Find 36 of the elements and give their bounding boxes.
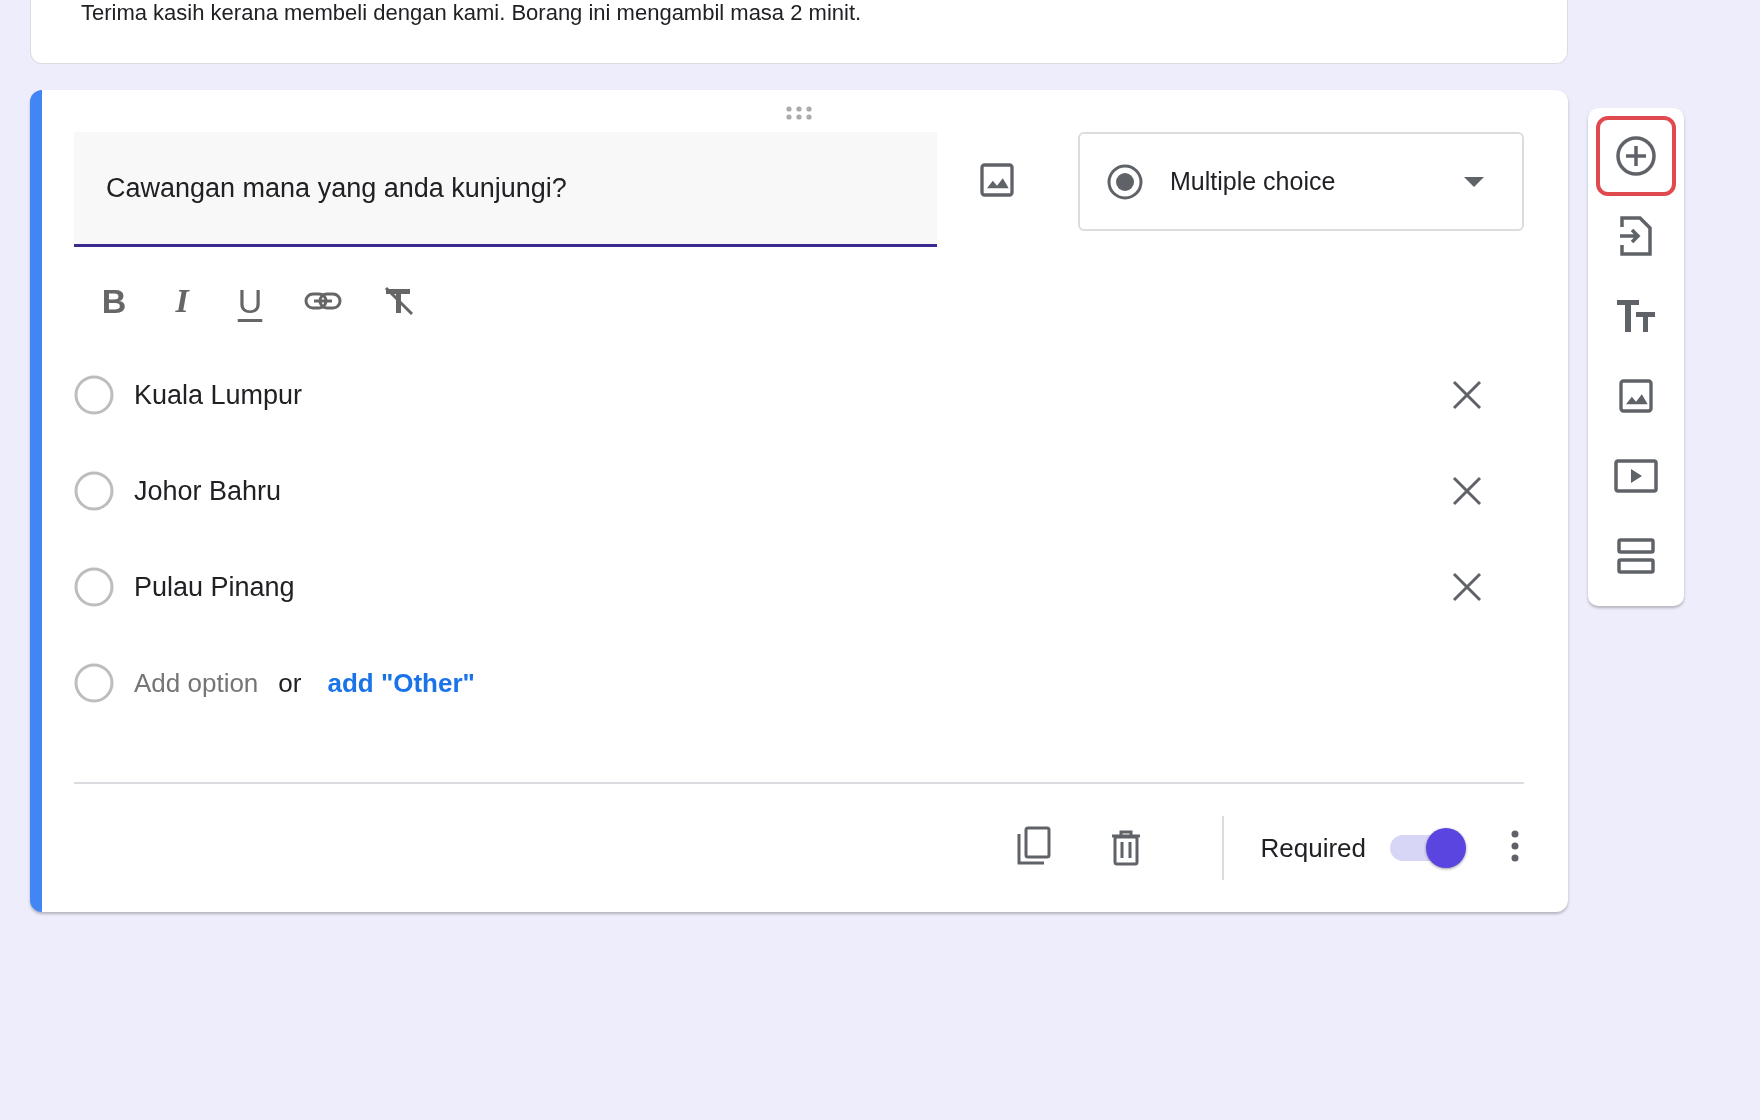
option-label[interactable]: Kuala Lumpur bbox=[134, 379, 303, 411]
link-icon[interactable] bbox=[304, 291, 342, 311]
bold-button[interactable]: B bbox=[100, 281, 128, 321]
section-icon[interactable] bbox=[1617, 538, 1655, 574]
required-toggle[interactable] bbox=[1390, 828, 1466, 868]
required-label: Required bbox=[1260, 832, 1366, 864]
video-icon[interactable] bbox=[1614, 459, 1658, 493]
question-field[interactable]: Cawangan mana yang anda kunjungi? bbox=[74, 132, 937, 247]
radio-button-icon[interactable] bbox=[74, 663, 114, 703]
close-icon[interactable] bbox=[1452, 476, 1482, 506]
clear-formatting-icon[interactable] bbox=[382, 284, 416, 318]
dropdown-caret-icon bbox=[1464, 176, 1484, 187]
title-text-icon[interactable] bbox=[1616, 298, 1656, 334]
image-icon[interactable] bbox=[1616, 376, 1656, 416]
duplicate-icon[interactable] bbox=[1016, 826, 1053, 866]
or-text: or bbox=[278, 667, 302, 699]
drag-handle-icon[interactable] bbox=[784, 106, 814, 120]
close-icon[interactable] bbox=[1452, 380, 1482, 410]
delete-icon[interactable] bbox=[1110, 830, 1143, 866]
close-icon[interactable] bbox=[1452, 572, 1482, 602]
radio-button-icon[interactable] bbox=[74, 567, 114, 607]
form-description: Terima kasih kerana membeli dengan kami. Borang ini mengambil masa 2 minit. bbox=[81, 0, 863, 26]
underline-button[interactable]: U bbox=[236, 281, 264, 321]
add-circle-icon[interactable] bbox=[1615, 135, 1657, 177]
radio-button-icon[interactable] bbox=[74, 375, 114, 415]
add-other-link[interactable]: add "Other" bbox=[327, 667, 475, 699]
import-file-icon[interactable] bbox=[1618, 215, 1654, 257]
more-options-icon[interactable] bbox=[1510, 829, 1520, 863]
add-image-icon[interactable] bbox=[977, 160, 1017, 200]
radio-button-icon[interactable] bbox=[74, 471, 114, 511]
italic-button[interactable]: I bbox=[168, 282, 196, 320]
option-label[interactable]: Pulau Pinang bbox=[134, 571, 295, 603]
add-option-field[interactable]: Add option bbox=[134, 667, 259, 699]
question-type-dropdown[interactable]: Multiple choice bbox=[1078, 132, 1524, 231]
radio-icon bbox=[1106, 162, 1144, 201]
option-label[interactable]: Johor Bahru bbox=[134, 475, 282, 507]
